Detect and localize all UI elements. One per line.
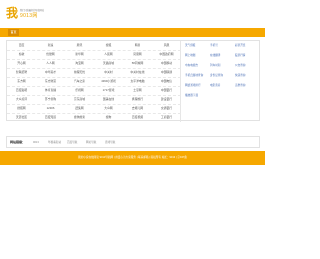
site-link[interactable]: 中关村在线	[123, 68, 152, 77]
site-link[interactable]: 凤凰网	[123, 50, 152, 59]
site-link[interactable]: 体育直播	[36, 86, 65, 95]
utility-link[interactable]: 网络游戏排行	[185, 81, 211, 91]
site-link[interactable]: 中国政府网	[152, 50, 181, 59]
site-link[interactable]: 天猫商城	[94, 59, 123, 68]
site-link[interactable]: 中国联通	[152, 68, 181, 77]
site-link[interactable]: 交通银行	[152, 104, 181, 113]
utility-link[interactable]: 快递查询	[235, 71, 261, 81]
utility-link[interactable]: 电影票房	[210, 81, 236, 91]
site-link[interactable]: 前程无忧	[65, 68, 94, 77]
site-link[interactable]: 1717游戏	[94, 86, 123, 95]
utility-link[interactable]: 彩票开奖	[235, 41, 261, 51]
site-link[interactable]: 建设银行	[152, 95, 181, 104]
friend-link[interactable]: 游戏导航	[105, 137, 115, 148]
site-link[interactable]: 网易	[123, 41, 152, 50]
site-grid: 百度 新浪 腾讯 搜狐 网易 凤凰谷歌 优酷网 新华网 人民网 凤凰网 中国政府网开心网 人人网 淘宝网…	[7, 41, 181, 122]
main-content: 百度 新浪 腾讯 搜狐 网易 凤凰谷歌 优酷网 新华网 人民网 凤凰网 中国政府网开心网 人人网 淘宝网…	[6, 40, 261, 122]
site-link[interactable]: 东方财富	[36, 77, 65, 86]
nav-tab-home[interactable]: 首页	[8, 29, 19, 36]
friend-links-label: 网站链接：	[10, 140, 26, 144]
site-link[interactable]: 百度	[7, 41, 36, 50]
site-link[interactable]: 优酷网	[36, 50, 65, 59]
site-link[interactable]: 凤凰	[152, 41, 181, 50]
site-logo[interactable]: 我	[6, 7, 18, 19]
site-link[interactable]: 中国移动	[152, 59, 181, 68]
site-link[interactable]: 中关村	[94, 68, 123, 77]
site-link[interactable]: 携程旅行	[123, 95, 152, 104]
site-link[interactable]: 乐视网	[65, 86, 94, 95]
site-link[interactable]: 中华英才	[36, 68, 65, 77]
utility-link[interactable]: 身份证查询	[210, 71, 236, 81]
site-link[interactable]: 赶集网	[65, 104, 94, 113]
site-link[interactable]: 12306	[36, 104, 65, 113]
friend-link[interactable]: 网址导航	[86, 137, 96, 148]
utility-link[interactable]: 网上地图	[185, 51, 211, 61]
site-header: 我 我们只做最好的导航网站 9013网	[0, 0, 265, 28]
main-nav: 首页	[0, 28, 265, 37]
site-link[interactable]: 国美在线	[94, 95, 123, 104]
site-footer: 我的小说在线阅读 9013导航网 | 用爱心为大家服务 | 联系邮箱 | 版权所…	[0, 151, 265, 165]
site-link[interactable]: 大众点评	[7, 95, 36, 104]
site-link[interactable]: 百度贴吧	[7, 86, 36, 95]
utility-link[interactable]: 股票行情	[235, 51, 261, 61]
footer-text: 我的小说在线阅读 9013导航网 | 用爱心为大家服务 | 联系邮箱 | 版权所…	[78, 156, 187, 159]
utility-panel: 天气预报 手机号 彩票开奖网上地图 在线翻译 股票行情中央电视台 列车时刻 公交查询手机归属…	[181, 41, 261, 122]
utility-link[interactable]: 中央电视台	[185, 61, 211, 71]
utility-link[interactable]: 手机号	[210, 41, 236, 51]
friend-links: 网站链接： 9013 华视看名站 百度导航 网址导航 游戏导航	[6, 136, 260, 148]
site-link[interactable]: 新华网	[65, 50, 94, 59]
friend-link[interactable]: 9013	[33, 137, 39, 148]
site-link[interactable]: 新浪	[36, 41, 65, 50]
utility-link[interactable]: 列车时刻	[210, 61, 236, 71]
utility-link[interactable]: 在线翻译	[210, 51, 236, 61]
site-link[interactable]: 智联招聘	[7, 68, 36, 77]
site-link[interactable]: 京东商城	[65, 95, 94, 104]
site-link[interactable]: 4399小游戏	[94, 77, 123, 86]
site-link[interactable]: 汽车之家	[65, 77, 94, 86]
site-link[interactable]: 人人网	[36, 59, 65, 68]
site-link[interactable]: 搜狗	[94, 113, 123, 122]
site-link[interactable]: 苏宁易购	[36, 95, 65, 104]
site-link[interactable]: 58同城网	[123, 59, 152, 68]
site-link[interactable]: 淘宝网	[65, 59, 94, 68]
site-link[interactable]: 东方网	[7, 77, 36, 86]
utility-link[interactable]: 天气预报	[185, 41, 211, 51]
site-link[interactable]: 谷歌	[7, 50, 36, 59]
site-link[interactable]: 工商银行	[152, 113, 181, 122]
site-link[interactable]: 腾讯	[65, 41, 94, 50]
utility-link[interactable]: 违章查询	[235, 81, 261, 91]
site-link[interactable]: 中国电信	[152, 77, 181, 86]
site-link[interactable]: 百度知道	[36, 113, 65, 122]
site-link[interactable]: 百度视频	[123, 113, 152, 122]
site-link[interactable]: 中国银行	[152, 86, 181, 95]
utility-link[interactable]: 公交查询	[235, 61, 261, 71]
site-name[interactable]: 9013网	[20, 12, 38, 19]
site-link[interactable]: 土豆网	[123, 86, 152, 95]
site-link[interactable]: 人民网	[94, 50, 123, 59]
site-link[interactable]: 搜狐	[94, 41, 123, 50]
site-link[interactable]: 大众网	[94, 104, 123, 113]
site-link[interactable]: 搜狐网	[7, 104, 36, 113]
site-link[interactable]: 去哪儿网	[123, 104, 152, 113]
site-link[interactable]: 天涯社区	[7, 113, 36, 122]
site-link[interactable]: 开心网	[7, 59, 36, 68]
utility-link[interactable]: 手机归属地查询	[185, 71, 211, 81]
friend-link[interactable]: 百度导航	[67, 137, 77, 148]
site-link[interactable]: 搜狗搜索	[65, 113, 94, 122]
friend-link[interactable]: 华视看名站	[48, 137, 61, 148]
site-link[interactable]: 太平洋电脑	[123, 77, 152, 86]
utility-link[interactable]: 播放器下载	[185, 91, 211, 101]
